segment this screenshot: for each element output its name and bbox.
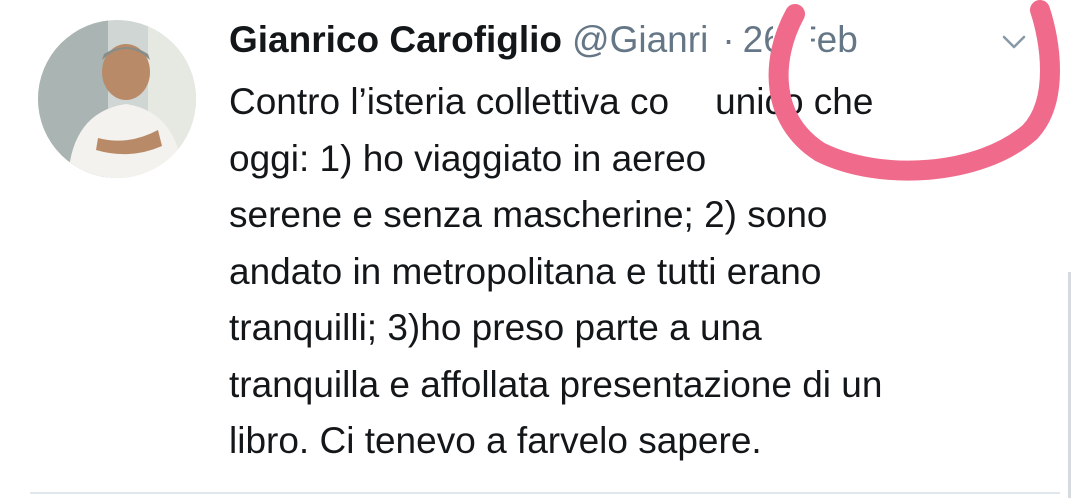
scrollbar[interactable] — [1068, 272, 1071, 498]
tweet-header: Gianrico Carofiglio @Gianri · 26 Feb — [229, 16, 858, 64]
header-separator: · — [722, 19, 735, 60]
tweet-text-line: libro. Ci tenevo a farvelo sapere. — [229, 420, 762, 461]
chevron-down-icon[interactable] — [996, 24, 1032, 60]
tweet-text-line: tranquilla e affollata presentazione di … — [229, 363, 883, 405]
tweet-text-line: Contro l’isteria collettiva co unico che — [229, 81, 874, 122]
tweet-card[interactable]: Gianrico Carofiglio @Gianri · 26 Feb Con… — [0, 0, 1080, 498]
avatar[interactable] — [38, 20, 196, 178]
tweet-text-line: tranquilli; 3)ho preso parte a una — [229, 307, 762, 348]
author-name[interactable]: Gianrico Carofiglio — [229, 19, 562, 61]
author-handle[interactable]: @Gianri — [572, 19, 708, 61]
divider — [30, 492, 1060, 494]
tweet-text-line: oggi: 1) ho viaggiato in aereo — [229, 137, 707, 179]
tweet-text-line: andato in metropolitana e tutti erano — [229, 250, 822, 292]
handle-obscured-area — [773, 14, 811, 62]
tweet-text: Contro l’isteria collettiva co unico che … — [229, 74, 1049, 470]
tweet-text-line: serene e senza mascherine; 2) sono — [229, 194, 828, 235]
